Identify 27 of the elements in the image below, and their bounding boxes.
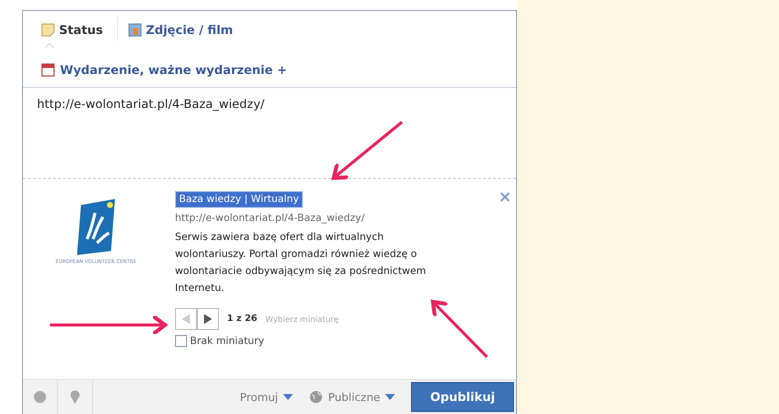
location-pin-icon[interactable] — [70, 390, 80, 404]
thumbnail-count: 1 z 26 — [227, 314, 258, 324]
caret-icon — [283, 394, 294, 400]
caret-icon — [385, 394, 396, 400]
left-triangle-icon — [182, 314, 190, 324]
hand-logo-icon — [75, 199, 117, 255]
annotation-arrow — [430, 300, 488, 358]
close-icon — [500, 192, 510, 202]
calendar-icon — [41, 63, 55, 77]
next-button[interactable] — [197, 308, 219, 330]
checkbox-label: Brak miniatury — [190, 336, 264, 346]
composer-tab[interactable]: Status — [41, 17, 118, 41]
annotation-arrow — [332, 120, 403, 180]
note-icon — [41, 23, 55, 37]
photo-icon — [128, 23, 142, 37]
audience-dropdown[interactable]: Publiczne — [309, 390, 396, 404]
event-link[interactable]: Wydarzenie, ważne wydarzenie + — [60, 63, 288, 77]
publish-button[interactable]: Opublikuj — [411, 382, 514, 412]
choose-thumbnail-hint: Wybierz miniaturę — [265, 314, 339, 324]
composer-tab[interactable]: Zdjęcie / film — [128, 17, 248, 41]
right-triangle-icon — [204, 314, 212, 324]
link-url: http://e-wolontariat.pl/4-Baza_wiedzy/ — [175, 213, 366, 224]
link-title[interactable]: Baza wiedzy | Wirtualny — [175, 191, 303, 208]
globe-icon — [309, 390, 324, 404]
promote-dropdown[interactable]: Promuj — [240, 390, 294, 404]
no-thumbnail-checkbox[interactable] — [175, 335, 187, 347]
link-description: Serwis zawiera bazę ofert dla wirtualnych wolontariuszy. Portal gromadzi również wiedzę o wolontariacie odbywającym się za pośrednictwem Internetu. — [175, 231, 428, 296]
